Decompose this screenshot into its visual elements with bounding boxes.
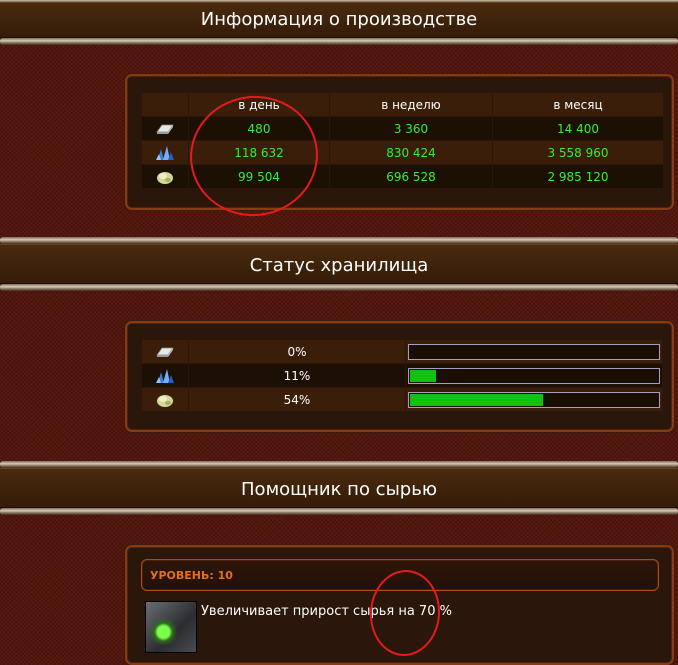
crystal-per-week: 830 424 bbox=[329, 140, 493, 165]
metal-per-month: 14 400 bbox=[492, 116, 664, 141]
column-header-icon bbox=[141, 92, 189, 117]
helper-header: Помощник по сырью bbox=[0, 468, 678, 508]
production-panel: в день в неделю в месяц 480 3 360 14 400… bbox=[125, 74, 674, 210]
column-header-day: в день bbox=[188, 92, 330, 117]
column-header-week: в неделю bbox=[329, 92, 493, 117]
deuterium-icon bbox=[141, 387, 189, 412]
section-divider bbox=[0, 38, 678, 45]
helper-description: Увеличивает прирост сырья на 70 % bbox=[201, 604, 452, 619]
table-row: 480 3 360 14 400 bbox=[141, 116, 664, 141]
deuterium-icon bbox=[141, 164, 189, 189]
table-row: 54% bbox=[141, 387, 663, 412]
deuterium-storage-cell bbox=[405, 387, 663, 412]
crystal-storage-bar bbox=[408, 367, 660, 384]
deuterium-storage-fill bbox=[410, 393, 543, 406]
deuterium-per-day: 99 504 bbox=[188, 164, 330, 189]
table-row: 118 632 830 424 3 558 960 bbox=[141, 140, 664, 165]
section-divider bbox=[0, 237, 678, 244]
crystal-storage-cell bbox=[405, 363, 663, 388]
table-header-row: в день в неделю в месяц bbox=[141, 92, 664, 117]
section-divider bbox=[0, 284, 678, 291]
column-header-month: в месяц bbox=[492, 92, 664, 117]
crystal-storage-percent: 11% bbox=[188, 363, 406, 388]
production-table: в день в неделю в месяц 480 3 360 14 400… bbox=[141, 92, 664, 189]
deuterium-storage-percent: 54% bbox=[188, 387, 406, 412]
storage-title: Статус хранилища bbox=[249, 255, 429, 276]
metal-per-day: 480 bbox=[188, 116, 330, 141]
crystal-per-month: 3 558 960 bbox=[492, 140, 664, 165]
metal-ingot-icon bbox=[141, 339, 189, 364]
level-label: УРОВЕНЬ: 10 bbox=[150, 569, 233, 582]
metal-storage-cell bbox=[405, 339, 663, 364]
metal-ingot-icon bbox=[141, 116, 189, 141]
table-row: 99 504 696 528 2 985 120 bbox=[141, 164, 664, 189]
storage-table: 0% 11% 54% bbox=[141, 339, 663, 412]
helper-title: Помощник по сырью bbox=[241, 479, 437, 500]
level-badge: УРОВЕНЬ: 10 bbox=[141, 559, 659, 591]
metal-per-week: 3 360 bbox=[329, 116, 493, 141]
storage-panel: 0% 11% 54% bbox=[125, 321, 674, 432]
metal-storage-bar bbox=[408, 343, 660, 360]
table-row: 0% bbox=[141, 339, 663, 364]
production-title: Информация о производстве bbox=[200, 9, 478, 30]
production-header: Информация о производстве bbox=[0, 2, 678, 38]
helper-avatar[interactable] bbox=[145, 601, 197, 653]
section-divider bbox=[0, 461, 678, 468]
deuterium-per-week: 696 528 bbox=[329, 164, 493, 189]
storage-header: Статус хранилища bbox=[0, 244, 678, 284]
helper-panel: УРОВЕНЬ: 10 Увеличивает прирост сырья на… bbox=[125, 545, 674, 665]
deuterium-storage-bar bbox=[408, 391, 660, 408]
crystal-icon bbox=[141, 363, 189, 388]
metal-storage-percent: 0% bbox=[188, 339, 406, 364]
deuterium-per-month: 2 985 120 bbox=[492, 164, 664, 189]
crystal-storage-fill bbox=[410, 369, 436, 382]
section-divider bbox=[0, 508, 678, 515]
crystal-icon bbox=[141, 140, 189, 165]
table-row: 11% bbox=[141, 363, 663, 388]
crystal-per-day: 118 632 bbox=[188, 140, 330, 165]
